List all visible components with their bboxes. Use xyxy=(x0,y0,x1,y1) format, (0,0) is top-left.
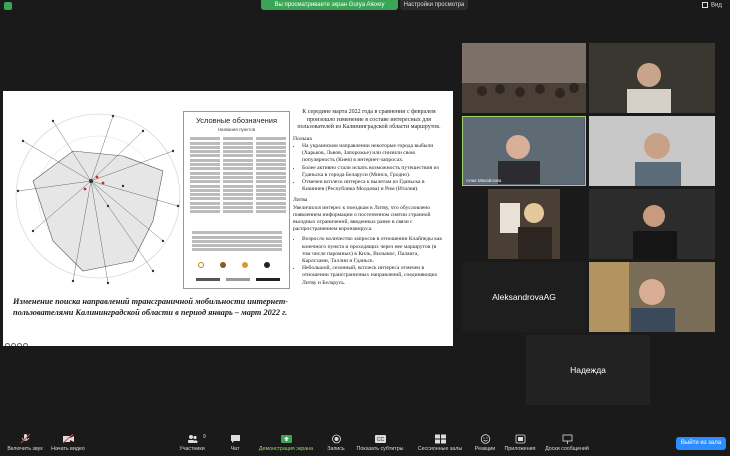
participants-icon xyxy=(187,435,197,443)
chat-button[interactable]: Чат xyxy=(224,434,246,452)
video-thumbnail xyxy=(462,43,586,113)
shared-screen-slide: Условные обозначения Названия пунктов Из… xyxy=(3,91,453,346)
show-subtitles-button[interactable]: CC Показать субтитры xyxy=(352,434,408,452)
control-dot-icon[interactable] xyxy=(17,343,22,346)
legend-symbol-icon xyxy=(220,262,226,268)
participant-tile[interactable]: AleksandrovaAG xyxy=(462,262,586,332)
video-thumbnail xyxy=(589,43,715,113)
participant-name: AleksandrovaAG xyxy=(492,292,556,302)
list-item: Более активно стали искать возможность п… xyxy=(302,165,445,179)
smiley-icon xyxy=(480,434,490,444)
apps-button[interactable]: Приложения xyxy=(502,434,538,452)
whiteboards-button[interactable]: Доски сообщений xyxy=(542,434,592,452)
control-dot-icon[interactable] xyxy=(5,343,10,346)
slide-caption: Изменение поиска направлений трансгранич… xyxy=(13,297,289,317)
participant-tile[interactable] xyxy=(589,43,715,113)
list-item: Отмечен всплеск интереса к вылетам из Гд… xyxy=(302,179,445,193)
participant-tile-active-speaker[interactable]: Алия Михайлова xyxy=(462,116,586,186)
video-thumbnail xyxy=(589,189,715,259)
breakout-rooms-button[interactable]: Сессионные залы xyxy=(412,434,468,452)
breakout-rooms-icon xyxy=(434,434,446,444)
record-button[interactable]: Запись xyxy=(324,434,348,452)
leave-meeting-button[interactable]: Выйти из зала xyxy=(676,437,726,450)
sharing-banner: Вы просматриваете экран Gurya Alexey xyxy=(261,0,398,10)
legend-title: Условные обозначения xyxy=(195,116,278,125)
microphone-muted-icon xyxy=(20,434,30,444)
map-legend: Условные обозначения Названия пунктов xyxy=(183,111,290,289)
top-bar: Вы просматриваете экран Gurya Alexey Нас… xyxy=(0,0,730,12)
security-shield-icon[interactable] xyxy=(4,2,12,10)
share-screen-button[interactable]: Демонстрация экрана xyxy=(256,434,316,452)
legend-region-list xyxy=(192,230,282,253)
svg-text:CC: CC xyxy=(376,437,384,443)
legend-symbol-icon xyxy=(198,262,204,268)
apps-icon xyxy=(515,434,525,444)
camera-off-icon xyxy=(62,434,74,444)
legend-symbol-icon xyxy=(264,262,270,268)
control-dot-icon[interactable] xyxy=(11,343,16,346)
chat-icon xyxy=(230,435,240,443)
grid-icon xyxy=(702,2,708,8)
legend-line-types xyxy=(196,278,280,281)
video-thumbnail xyxy=(463,117,584,184)
participant-tile[interactable] xyxy=(589,189,715,259)
view-options-button[interactable]: Настройки просмотра xyxy=(400,0,468,10)
slide-text-block: К середине марта 2022 года в сравнении с… xyxy=(293,109,445,287)
video-thumbnail xyxy=(488,189,560,259)
lithuania-text: Увеличился интерес к поездкам в Литву, ч… xyxy=(293,204,431,233)
poland-heading: Польша xyxy=(293,135,312,142)
video-thumbnail xyxy=(589,116,715,186)
control-dot-icon[interactable] xyxy=(23,343,28,346)
video-thumbnail xyxy=(589,262,715,332)
whiteboard-icon xyxy=(562,434,572,444)
reactions-button[interactable]: Реакции xyxy=(471,434,499,452)
start-video-button[interactable]: Начать видео xyxy=(48,434,88,452)
participant-tile[interactable]: Надежда xyxy=(526,335,650,405)
unmute-button[interactable]: Включить звук xyxy=(2,434,48,452)
list-item: Небольшой, сезонный, всплеск интереса от… xyxy=(302,265,445,287)
participants-count: 9 xyxy=(203,434,206,440)
view-button[interactable]: Вид xyxy=(702,2,722,9)
participant-tile[interactable] xyxy=(462,43,586,113)
record-icon xyxy=(331,434,341,444)
poland-list: На украинском направлении некоторые горо… xyxy=(293,143,445,193)
list-item: Возросло количество запросов в отношении… xyxy=(302,236,445,265)
slide-controls[interactable] xyxy=(5,335,45,346)
closed-caption-icon: CC xyxy=(374,435,386,443)
participant-name: Надежда xyxy=(570,365,606,375)
participant-tile[interactable] xyxy=(589,116,715,186)
participant-tile[interactable] xyxy=(488,189,560,259)
network-map xyxy=(15,113,181,285)
slide-intro: К середине марта 2022 года в сравнении с… xyxy=(297,109,441,131)
share-screen-icon xyxy=(280,435,292,443)
list-item: На украинском направлении некоторые горо… xyxy=(302,143,445,165)
legend-symbol-icon xyxy=(242,262,248,268)
participant-tile[interactable] xyxy=(589,262,715,332)
legend-point-list xyxy=(190,136,286,228)
meeting-toolbar: Включить звук Начать видео Участники 9 Ч… xyxy=(0,430,730,456)
lithuania-heading: Литва xyxy=(293,197,308,204)
lithuania-list: Возросло количество запросов в отношении… xyxy=(293,236,445,286)
participant-name: Алия Михайлова xyxy=(466,178,502,183)
legend-subtitle: Названия пунктов xyxy=(217,127,256,132)
